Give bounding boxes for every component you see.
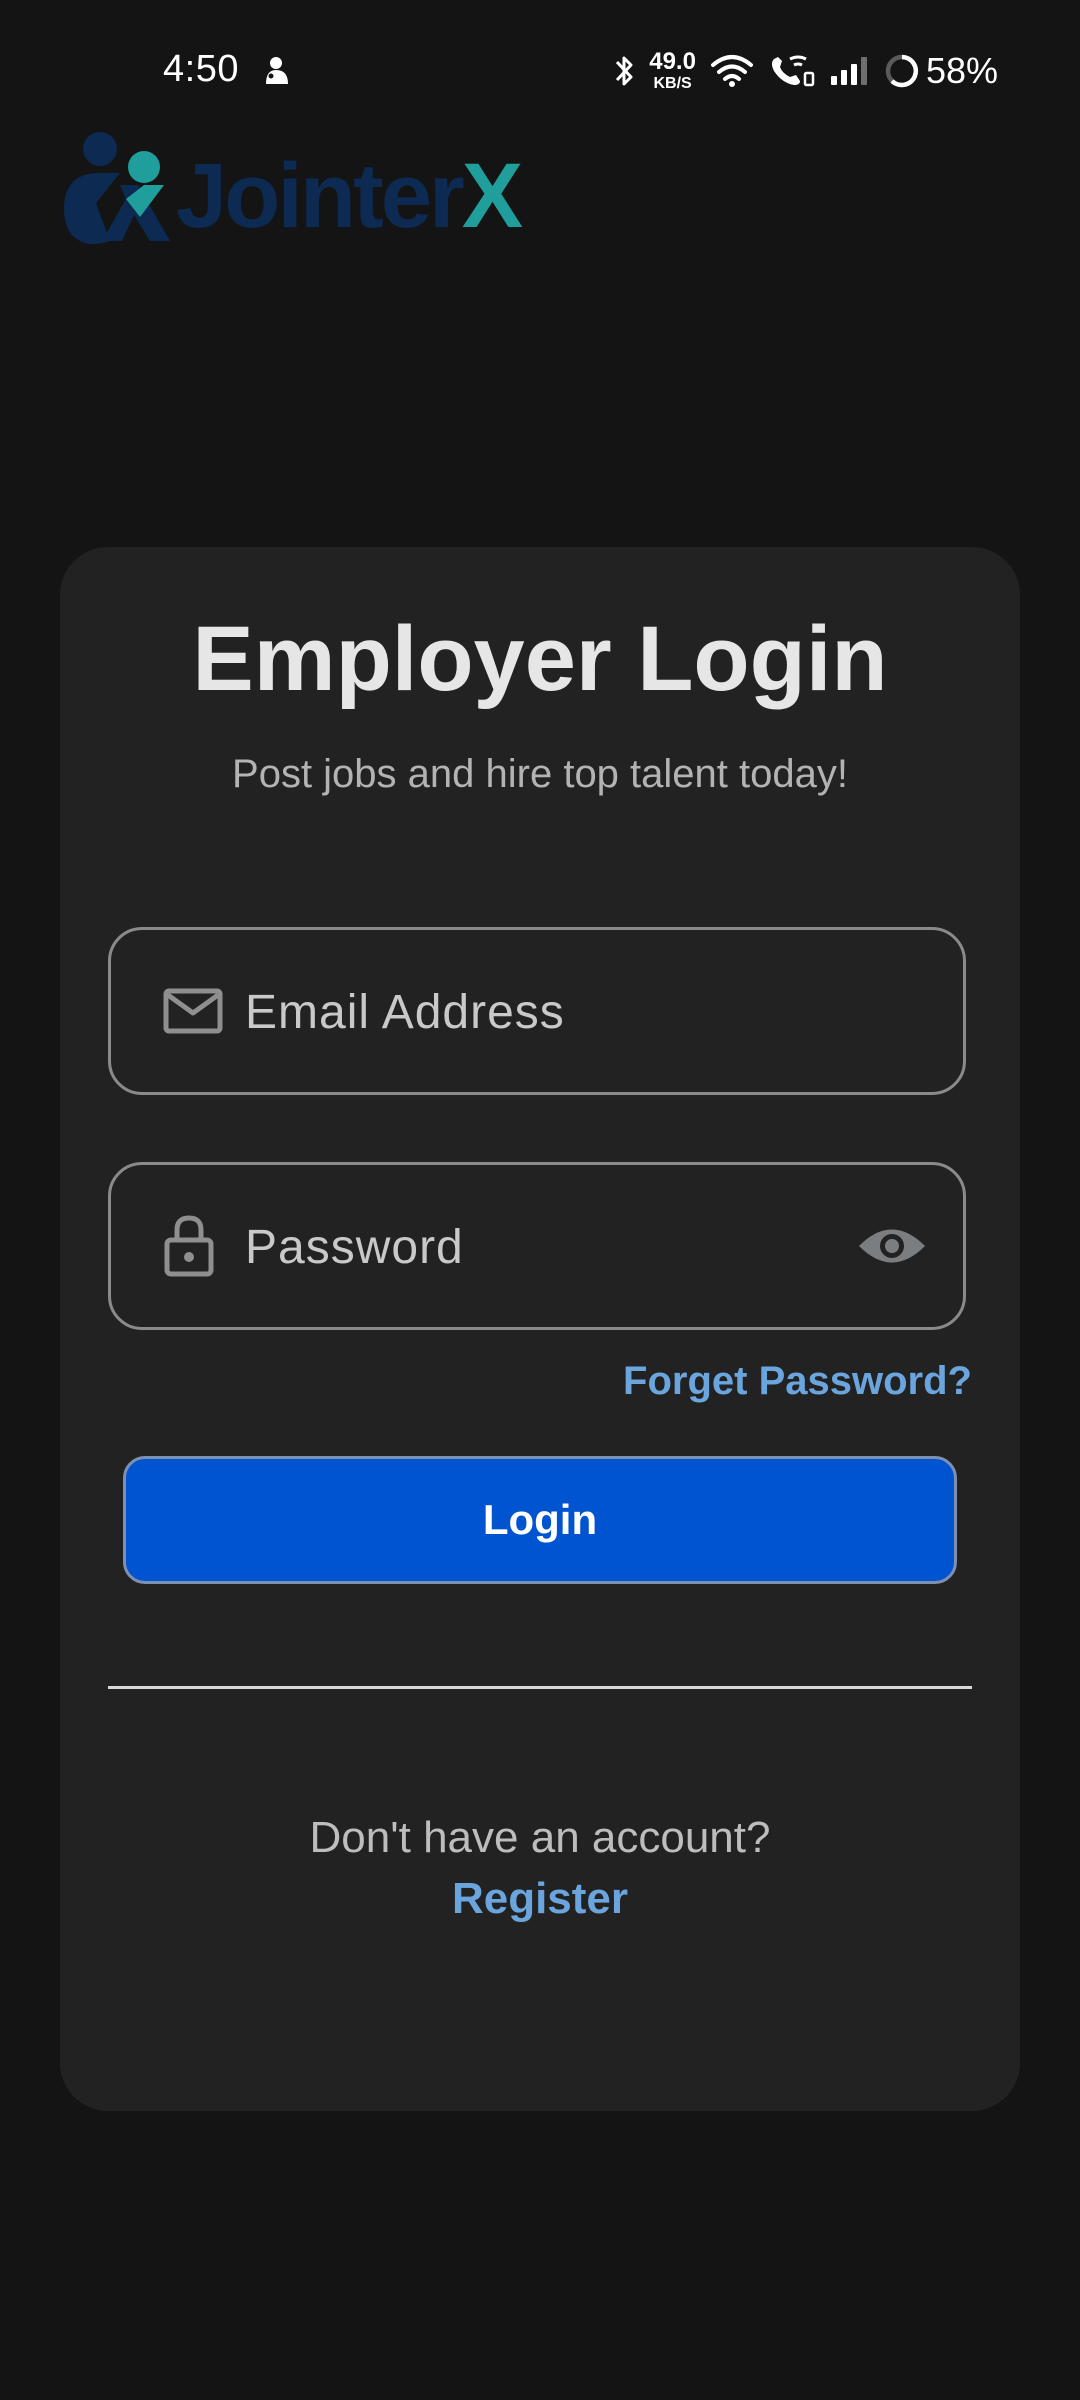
signal-icon — [830, 57, 867, 85]
no-account-text: Don't have an account? — [309, 1813, 771, 1862]
net-speed: 49.0 KB/S — [649, 50, 696, 92]
wifi-icon — [710, 55, 753, 87]
net-speed-unit: KB/S — [653, 75, 692, 92]
eye-icon[interactable] — [857, 1223, 927, 1269]
status-time: 4:50 — [163, 48, 239, 90]
logo-text-x: X — [461, 144, 523, 247]
lock-icon — [164, 1215, 214, 1277]
forgot-password-link[interactable]: Forget Password? — [623, 1359, 972, 1404]
jointerx-logo-mark-icon — [64, 132, 170, 244]
password-field[interactable] — [108, 1162, 966, 1330]
login-screen: 4:50 49.0 KB/S 58% JointerX Employer Log… — [0, 0, 1080, 2400]
page-subtitle: Post jobs and hire top talent today! — [232, 752, 848, 796]
status-bar: 4:50 49.0 KB/S 58% — [0, 0, 1080, 140]
wifi-call-icon — [771, 55, 815, 87]
status-icons: 49.0 KB/S 58% — [599, 46, 998, 96]
password-input[interactable] — [243, 1165, 847, 1329]
battery-ring-icon — [885, 54, 919, 88]
page-title: Employer Login — [192, 608, 888, 710]
bluetooth-icon — [616, 56, 633, 86]
battery-percent: 58% — [925, 50, 998, 91]
logo-wordmark: JointerX — [176, 144, 523, 249]
app-logo: JointerX — [62, 124, 523, 254]
email-input[interactable] — [243, 930, 847, 1094]
email-field[interactable] — [108, 927, 966, 1095]
login-button[interactable]: Login — [123, 1456, 957, 1584]
register-link[interactable]: Register — [60, 1874, 1020, 1924]
net-speed-value: 49.0 — [649, 48, 696, 75]
mail-icon — [163, 988, 223, 1034]
login-card: Employer Login Post jobs and hire top ta… — [60, 547, 1020, 2111]
app-notification-icon — [266, 57, 288, 84]
logo-text-jointer: Jointer — [176, 144, 465, 247]
divider — [108, 1686, 972, 1689]
